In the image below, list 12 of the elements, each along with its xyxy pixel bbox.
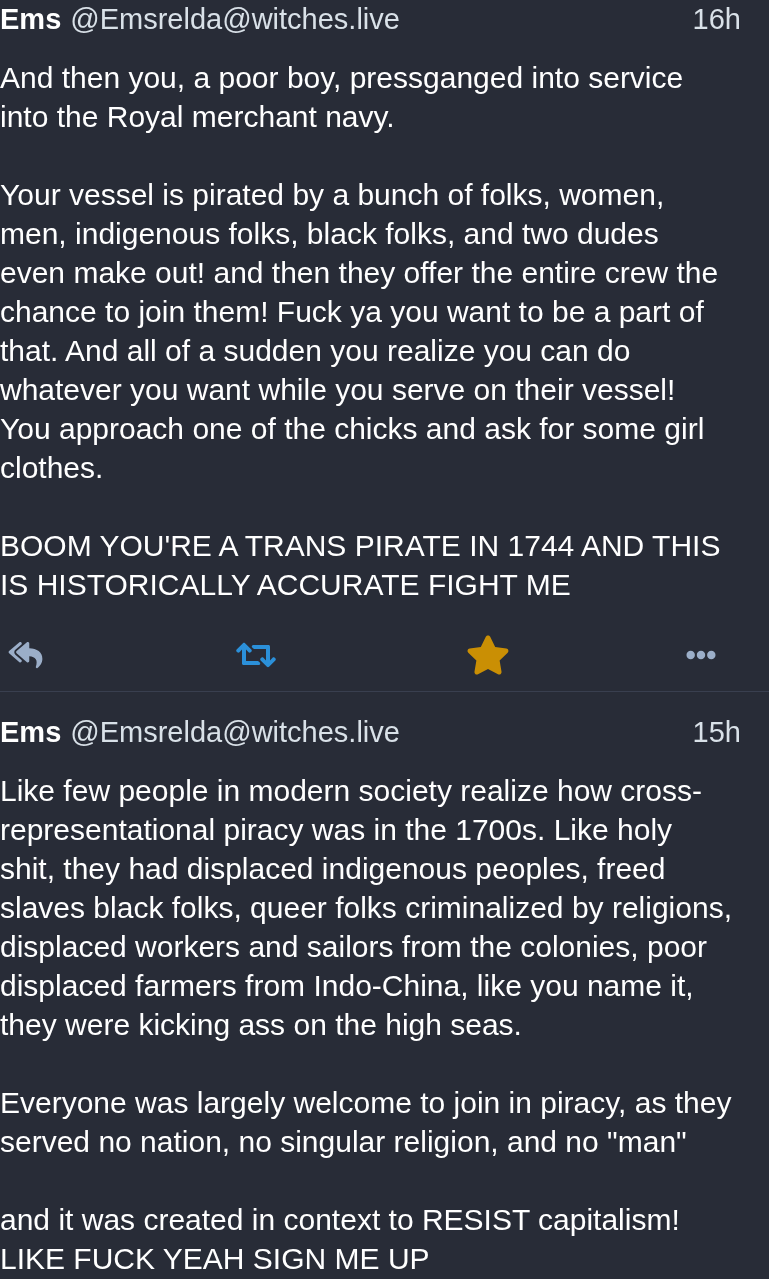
account-handle: @Emsrelda@witches.live xyxy=(70,2,400,38)
post-paragraph: and it was created in context to RESIST capitalism! LIKE FUCK YEAH SIGN ME UP xyxy=(0,1202,681,1277)
post-paragraph: And then you, a poor boy, pressganged into service into the Royal merchant navy. xyxy=(0,60,685,135)
post-paragraph: Your vessel is pirated by a bunch of folks, women, men, indigenous folks, black folks, and two dudes even make out! and then they offer the entire crew the chance to join them! Fuck ya you want to be a part of that. And all of a sudden you realize you can do whatever you want while you serve on their vessel! You approach one of the chicks and ask for some girl clothes. xyxy=(0,177,720,486)
post-paragraph: Like few people in modern society realize how cross-representational piracy was in the 1700s. Like holy shit, they had displaced indigenous peoples, freed slaves black folks, queer folks criminalized by religions, displaced workers and sailors from the colonies, poor displaced farmers from Indo-China, like you name it, they were kicking ass on the high seas. xyxy=(0,773,732,1043)
post-paragraph: BOOM YOU'RE A TRANS PIRATE IN 1744 AND THIS IS HISTORICALLY ACCURATE FIGHT ME xyxy=(0,528,722,603)
account-handle: @Emsrelda@witches.live xyxy=(70,715,400,751)
post-paragraph: Everyone was largely welcome to join in piracy, as they served no nation, no singular religion, and no "man" xyxy=(0,1085,732,1160)
post-time: 15h xyxy=(692,715,741,751)
display-name: Ems xyxy=(0,715,62,751)
display-name: Ems xyxy=(0,2,62,38)
post-time: 16h xyxy=(692,2,741,38)
